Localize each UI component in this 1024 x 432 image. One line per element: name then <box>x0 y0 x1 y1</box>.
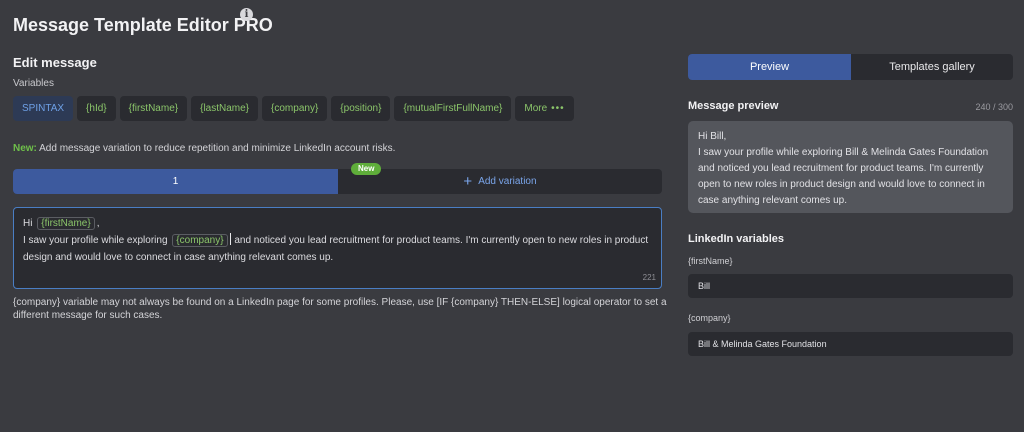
preview-greeting: Hi Bill, <box>698 131 727 142</box>
info-icon[interactable]: i <box>240 8 253 21</box>
chip-company[interactable]: {company} <box>262 96 328 121</box>
more-dots-icon: ••• <box>551 103 565 114</box>
chip-firstname[interactable]: {firstName} <box>119 96 188 121</box>
variation-tabs: 1 + Add variation <box>13 169 662 194</box>
editor-line-2: I saw your profile while exploring {comp… <box>23 232 652 266</box>
chip-lastname[interactable]: {lastName} <box>191 96 259 121</box>
linkedin-var-input-company[interactable]: Bill & Melinda Gates Foundation <box>688 332 1013 356</box>
preview-body: I saw your profile while exploring Bill … <box>698 147 989 206</box>
linkedin-variables-heading: LinkedIn variables <box>688 233 784 245</box>
company-variable-warning: {company} variable may not always be fou… <box>13 297 667 321</box>
editor-token-firstname[interactable]: {firstName} <box>37 217 95 230</box>
linkedin-var-label-firstname: {firstName} <box>688 256 733 266</box>
variation-tab-1[interactable]: 1 <box>13 169 338 194</box>
message-preview-heading: Message preview <box>688 100 779 112</box>
notice-new-label: New: <box>13 143 37 154</box>
editor-greeting: Hi <box>23 218 33 229</box>
notice-text: Add message variation to reduce repetiti… <box>36 143 396 154</box>
char-count: 221 <box>642 273 656 282</box>
editor-line-1: Hi {firstName}, <box>23 215 652 232</box>
more-variables-button[interactable]: More ••• <box>515 96 574 121</box>
chip-hid[interactable]: {hId} <box>77 96 116 121</box>
edit-message-heading: Edit message <box>13 55 97 70</box>
text-caret <box>229 233 231 245</box>
linkedin-var-label-company: {company} <box>688 313 731 323</box>
editor-token-company[interactable]: {company} <box>172 234 228 247</box>
chip-spintax[interactable]: SPINTAX <box>13 96 74 121</box>
editor-text-before: I saw your profile while exploring <box>23 235 168 246</box>
chip-mutualfirstfullname[interactable]: {mutualFirstFullName} <box>394 96 512 121</box>
tab-templates-gallery[interactable]: Templates gallery <box>851 54 1013 80</box>
add-variation-button[interactable]: + Add variation <box>338 169 662 194</box>
add-variation-label: Add variation <box>478 176 537 187</box>
right-panel-tabs: Preview Templates gallery <box>688 54 1013 80</box>
editor-comma: , <box>96 218 100 229</box>
page-title: Message Template Editor PRO <box>13 15 273 35</box>
tab-preview[interactable]: Preview <box>688 54 851 80</box>
plus-icon: + <box>463 173 473 190</box>
variable-chips: SPINTAX {hId} {firstName} {lastName} {co… <box>13 96 574 121</box>
variation-notice: New: Add message variation to reduce rep… <box>13 143 395 154</box>
more-label: More <box>524 103 548 114</box>
linkedin-var-input-firstname[interactable]: Bill <box>688 274 1013 298</box>
chip-position[interactable]: {position} <box>331 96 391 121</box>
message-editor[interactable]: Hi {firstName}, I saw your profile while… <box>13 207 662 289</box>
variables-label: Variables <box>13 78 54 89</box>
preview-char-count: 240 / 300 <box>975 102 1013 112</box>
message-preview-box: Hi Bill, I saw your profile while explor… <box>688 121 1013 213</box>
new-badge: New <box>351 163 382 175</box>
